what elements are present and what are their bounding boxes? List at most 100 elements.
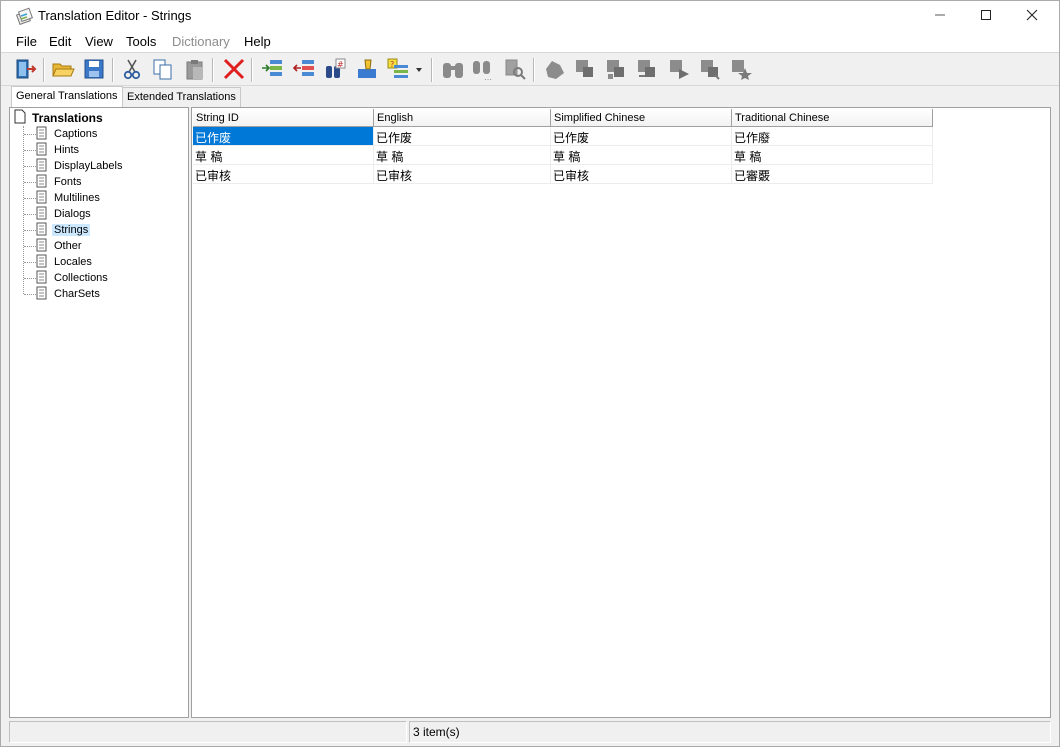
- svg-text:…: …: [484, 73, 492, 81]
- tree-item-dialogs[interactable]: Dialogs: [24, 206, 93, 222]
- go-to-icon: [503, 57, 527, 84]
- tree-item-label: DisplayLabels: [54, 160, 123, 172]
- remove-row-icon: [292, 57, 316, 84]
- page-icon: [36, 238, 47, 255]
- tree-item-hints[interactable]: Hints: [24, 142, 81, 158]
- list-options-button[interactable]: ?: [385, 56, 427, 84]
- menu-file[interactable]: File: [16, 34, 37, 49]
- tree-item-displaylabels[interactable]: DisplayLabels: [24, 158, 124, 174]
- svg-text:?: ?: [390, 60, 394, 69]
- translation-editor-window: Translation Editor - Strings File Edit V…: [0, 0, 1060, 747]
- status-pane-right: [409, 721, 1051, 743]
- grid-cell[interactable]: 已审核: [193, 165, 374, 184]
- go-to-button[interactable]: [501, 56, 529, 84]
- menu-view[interactable]: View: [85, 34, 113, 49]
- tree-root-label: Translations: [32, 111, 103, 125]
- tree-item-label: Hints: [54, 144, 80, 156]
- highlight-button[interactable]: [353, 56, 381, 84]
- grid-cell[interactable]: 已作废: [193, 127, 374, 146]
- tree-item-locales[interactable]: Locales: [24, 254, 94, 270]
- add-row-button[interactable]: [258, 56, 286, 84]
- tab-extended-translations[interactable]: Extended Translations: [122, 87, 241, 107]
- page-icon: [36, 270, 47, 287]
- tree-item-collections[interactable]: Collections: [24, 270, 110, 286]
- page-icon: [36, 254, 47, 271]
- find-replace-icon: #: [323, 57, 347, 84]
- grid-cell[interactable]: 已作廢: [732, 127, 933, 146]
- title-bar[interactable]: Translation Editor - Strings: [1, 1, 1059, 31]
- menu-dictionary[interactable]: Dictionary: [172, 34, 230, 49]
- column-header-string-id[interactable]: String ID: [193, 109, 374, 127]
- column-header-english[interactable]: English: [374, 109, 551, 127]
- page-icon: [36, 158, 47, 175]
- page-icon: [36, 126, 47, 143]
- table-row[interactable]: 已作废 已作废 已作废 已作廢: [193, 127, 933, 146]
- table-row[interactable]: 草 稿 草 稿 草 稿 草 稿: [193, 146, 933, 165]
- tree-item-charsets[interactable]: CharSets: [24, 286, 102, 302]
- translate-all-button[interactable]: [602, 56, 630, 84]
- grid-cell[interactable]: 草 稿: [193, 146, 374, 165]
- grid-cell[interactable]: 已作废: [374, 127, 551, 146]
- column-header-traditional-chinese[interactable]: Traditional Chinese: [732, 109, 933, 127]
- tree-item-captions[interactable]: Captions: [24, 126, 99, 142]
- minimize-icon: [934, 9, 946, 24]
- open-button[interactable]: [49, 56, 77, 84]
- translate-all-icon: [604, 57, 628, 84]
- find-replace-button[interactable]: #: [321, 56, 349, 84]
- tree-item-fonts[interactable]: Fonts: [24, 174, 84, 190]
- translate-forward-button[interactable]: [633, 56, 661, 84]
- menu-bar: File Edit View Tools Dictionary Help: [1, 31, 1059, 52]
- tree-item-strings[interactable]: Strings: [24, 222, 91, 238]
- grid-header: String ID English Simplified Chinese Tra…: [193, 109, 933, 127]
- paste-button[interactable]: [181, 56, 209, 84]
- translate-forward-icon: [635, 57, 659, 84]
- find-next-button[interactable]: …: [469, 56, 497, 84]
- grid-cell[interactable]: 草 稿: [732, 146, 933, 165]
- tree-item-multilines[interactable]: Multilines: [24, 190, 102, 206]
- copy-button[interactable]: [149, 56, 177, 84]
- page-icon: [36, 190, 47, 207]
- tree-item-other[interactable]: Other: [24, 238, 84, 254]
- cut-button[interactable]: [118, 56, 146, 84]
- grid-cell[interactable]: 草 稿: [374, 146, 551, 165]
- menu-tools[interactable]: Tools: [126, 34, 156, 49]
- translate-next-button[interactable]: [665, 56, 693, 84]
- close-button[interactable]: [1009, 1, 1055, 31]
- table-row[interactable]: 已审核 已审核 已审核 已審覈: [193, 165, 933, 184]
- list-options-icon: ?: [386, 57, 426, 84]
- menu-help[interactable]: Help: [244, 34, 271, 49]
- dictionary-button[interactable]: [540, 56, 568, 84]
- dictionary-icon: [542, 57, 566, 84]
- strings-grid[interactable]: String ID English Simplified Chinese Tra…: [191, 107, 1051, 718]
- grid-cell[interactable]: 已作废: [551, 127, 732, 146]
- status-bar: 3 item(s): [1, 719, 1059, 745]
- find-button[interactable]: [439, 56, 467, 84]
- menu-edit[interactable]: Edit: [49, 34, 71, 49]
- delete-icon: [222, 57, 246, 84]
- remove-row-button[interactable]: [290, 56, 318, 84]
- grid-cell[interactable]: 已审核: [551, 165, 732, 184]
- tree-root-translations[interactable]: Translations: [14, 109, 103, 126]
- maximize-button[interactable]: [963, 1, 1009, 31]
- page-icon: [36, 174, 47, 191]
- minimize-button[interactable]: [917, 1, 963, 31]
- tab-general-translations[interactable]: General Translations: [11, 86, 123, 107]
- translate-done-button[interactable]: [696, 56, 724, 84]
- toolbar-separator: [212, 58, 214, 82]
- grid-body: 已作废 已作废 已作废 已作廢 草 稿 草 稿 草 稿 草 稿 已审核 已审核 …: [193, 127, 933, 184]
- translate-next-icon: [667, 57, 691, 84]
- translate-star-button[interactable]: [727, 56, 755, 84]
- column-header-simplified-chinese[interactable]: Simplified Chinese: [551, 109, 732, 127]
- save-button[interactable]: [80, 56, 108, 84]
- tree-item-label: Multilines: [54, 192, 100, 204]
- delete-button[interactable]: [220, 56, 248, 84]
- exit-button[interactable]: [12, 56, 40, 84]
- translate-button[interactable]: [571, 56, 599, 84]
- status-item-count: 3 item(s): [413, 725, 460, 739]
- grid-cell[interactable]: 已審覈: [732, 165, 933, 184]
- grid-cell[interactable]: 已审核: [374, 165, 551, 184]
- grid-cell[interactable]: 草 稿: [551, 146, 732, 165]
- tab-strip: General Translations Extended Translatio…: [1, 86, 1059, 107]
- translation-tree[interactable]: Translations Captions Hints DisplayLabel…: [9, 107, 189, 718]
- add-row-icon: [260, 57, 284, 84]
